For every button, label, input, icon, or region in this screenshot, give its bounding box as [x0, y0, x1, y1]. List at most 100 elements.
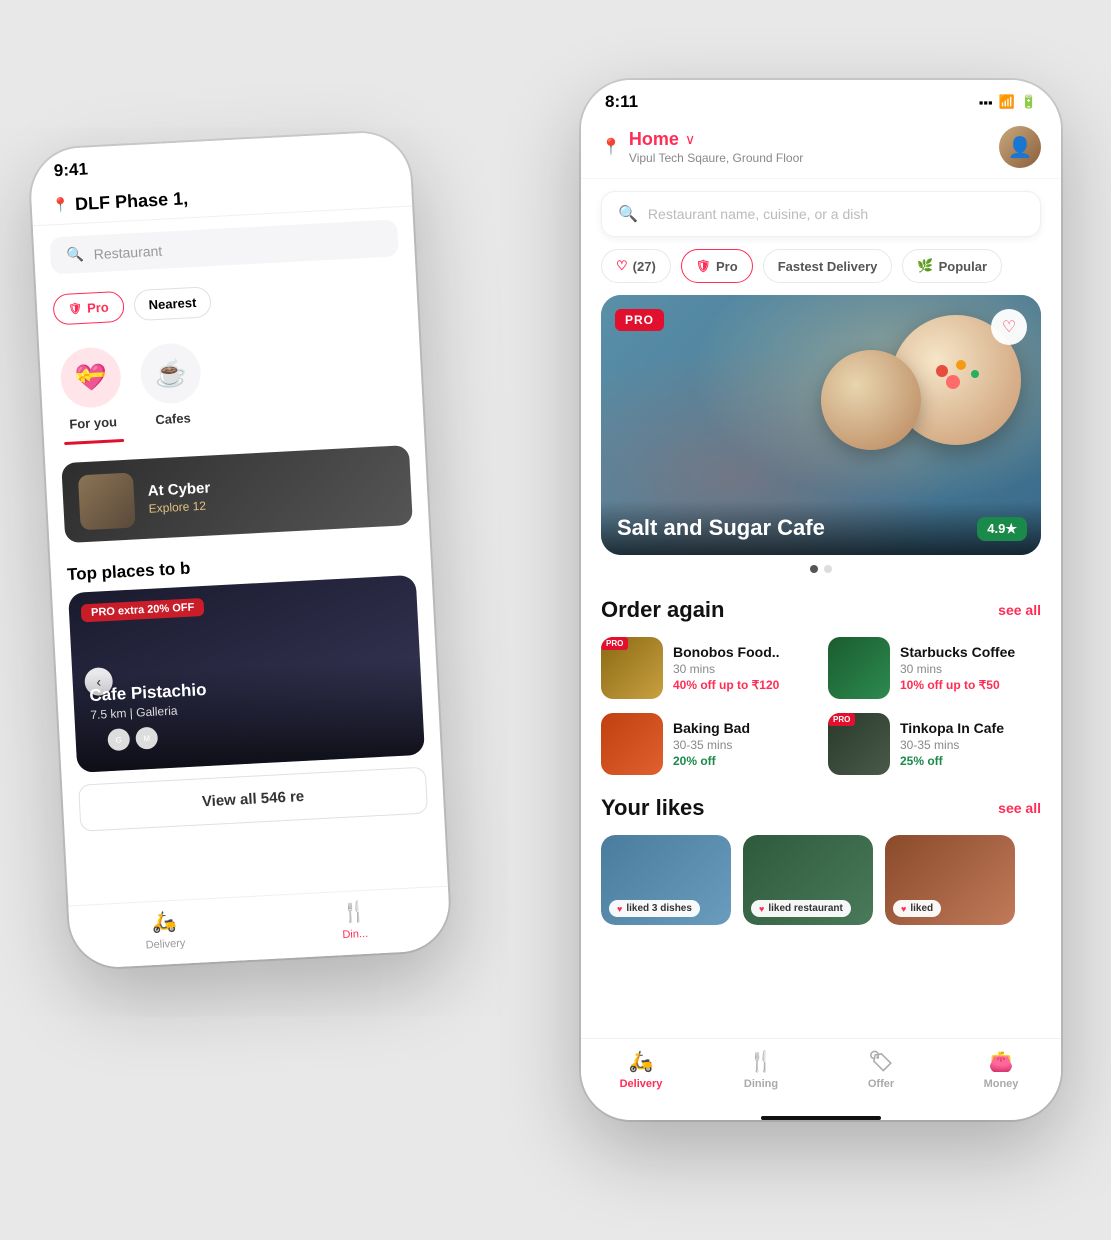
order-again-grid: PRO Bonobos Food.. 30 mins 40% off up to…: [601, 637, 1041, 775]
front-dining-icon: 🍴: [749, 1049, 774, 1074]
dot-2: [824, 565, 832, 573]
back-location-text: DLF Phase 1,: [75, 188, 189, 215]
front-bottom-nav: 🛵 Delivery 🍴 Dining 🏷 Offer 👛 Money: [581, 1038, 1061, 1110]
bonobos-time: 30 mins: [673, 662, 814, 676]
front-nav-delivery[interactable]: 🛵 Delivery: [581, 1049, 701, 1090]
like-label-3: ♥ liked: [893, 900, 941, 917]
starbucks-img: [828, 637, 890, 699]
filter-fastest-delivery[interactable]: Fastest Delivery: [763, 249, 893, 283]
order-again-see-all[interactable]: see all: [998, 602, 1041, 618]
hero-title: Salt and Sugar Cafe: [617, 515, 1025, 541]
tinkopa-pro-badge: PRO: [828, 713, 855, 726]
hero-card[interactable]: PRO ♡ Salt and Sugar Cafe 4.9★: [601, 295, 1041, 555]
like-card-1[interactable]: ♥ liked 3 dishes: [601, 835, 731, 925]
cafes-label: Cafes: [155, 410, 191, 427]
signal-icon: ▪▪▪: [979, 95, 993, 110]
front-pro-shield-icon: 🛡: [696, 259, 711, 273]
back-nav-dining[interactable]: 🍴 Din...: [259, 895, 451, 946]
order-again-header: Order again see all: [601, 597, 1041, 623]
front-money-icon: 👛: [989, 1049, 1014, 1074]
food-dot-pink: [946, 375, 960, 389]
your-likes-section: Your likes see all ♥ liked 3 dishes: [581, 787, 1061, 941]
your-likes-see-all[interactable]: see all: [998, 800, 1041, 816]
starbucks-info: Starbucks Coffee 30 mins 10% off up to ₹…: [900, 644, 1041, 692]
front-location-pin-icon: 📍: [601, 137, 621, 157]
scene: 9:41 📍 DLF Phase 1, 🔍 Restaurant 🛡 Pro N…: [0, 0, 1111, 1240]
filter-popular-label: Popular: [939, 259, 987, 274]
foryou-underline: [64, 439, 124, 445]
back-nav-delivery[interactable]: 🛵 Delivery: [69, 905, 261, 956]
back-time: 9:41: [53, 159, 88, 181]
bonobos-name: Bonobos Food..: [673, 644, 814, 660]
back-category-cafes[interactable]: ☕ Cafes: [139, 342, 204, 441]
front-nav-money[interactable]: 👛 Money: [941, 1049, 1061, 1090]
order-card-tinkopa[interactable]: PRO Tinkopa In Cafe 30-35 mins 25% off: [828, 713, 1041, 775]
like-label-1: ♥ liked 3 dishes: [609, 900, 700, 917]
back-search-bar[interactable]: 🔍 Restaurant: [49, 219, 398, 274]
logo-2: M: [135, 727, 158, 750]
cafes-icon-circle: ☕: [139, 342, 202, 405]
starbucks-name: Starbucks Coffee: [900, 644, 1041, 660]
back-search-placeholder: Restaurant: [93, 242, 162, 262]
back-filter-nearest[interactable]: Nearest: [133, 286, 212, 321]
like-card-2[interactable]: ♥ liked restaurant: [743, 835, 873, 925]
off-badge: PRO extra 20% OFF: [81, 598, 205, 622]
back-top-place-card[interactable]: PRO extra 20% OFF ‹ Cafe Pistachio 7.5 k…: [68, 575, 425, 773]
order-again-section: Order again see all PRO Bonobos Food.. 3…: [581, 589, 1061, 787]
location-row[interactable]: 📍 Home ∨ Vipul Tech Sqaure, Ground Floor: [601, 129, 803, 165]
hero-heart-button[interactable]: ♡: [991, 309, 1027, 345]
front-search-bar[interactable]: 🔍 Restaurant name, cuisine, or a dish: [601, 191, 1041, 237]
baking-discount: 20% off: [673, 754, 814, 768]
likes-row: ♥ liked 3 dishes ♥ liked restaurant: [601, 835, 1041, 929]
baking-time: 30-35 mins: [673, 738, 814, 752]
filter-popular[interactable]: 🌿 Popular: [902, 249, 1002, 283]
order-card-starbucks[interactable]: Starbucks Coffee 30 mins 10% off up to ₹…: [828, 637, 1041, 699]
front-search-icon: 🔍: [618, 204, 638, 224]
view-all-button[interactable]: View all 546 re: [78, 767, 428, 832]
tinkopa-time: 30-35 mins: [900, 738, 1041, 752]
bonobos-pro-badge: PRO: [601, 637, 628, 650]
like-heart-1: ♥: [617, 904, 622, 914]
front-nav-dining[interactable]: 🍴 Dining: [701, 1049, 821, 1090]
like-card-3[interactable]: ♥ liked: [885, 835, 1015, 925]
filter-pro[interactable]: 🛡 Pro: [681, 249, 753, 283]
battery-icon: 🔋: [1021, 94, 1037, 110]
order-again-title: Order again: [601, 597, 724, 623]
back-categories: 💝 For you ☕ Cafes: [38, 314, 424, 454]
top-place-overlay: Cafe Pistachio 7.5 km | Galleria G M: [72, 657, 425, 773]
bonobos-discount: 40% off up to ₹120: [673, 678, 814, 692]
like-label-2: ♥ liked restaurant: [751, 900, 851, 917]
home-indicator: [761, 1116, 881, 1120]
food-dot-red: [936, 365, 948, 377]
bonobos-info: Bonobos Food.. 30 mins 40% off up to ₹12…: [673, 644, 814, 692]
front-nav-offer[interactable]: 🏷 Offer: [821, 1049, 941, 1090]
baking-name: Baking Bad: [673, 720, 814, 736]
food-dot-green: [971, 370, 979, 378]
front-scroll-area[interactable]: PRO ♡ Salt and Sugar Cafe 4.9★ Order aga…: [581, 295, 1061, 1038]
location-pin-icon: 📍: [51, 196, 69, 214]
back-filter-pro[interactable]: 🛡 Pro: [52, 291, 124, 326]
order-card-bonobos[interactable]: PRO Bonobos Food.. 30 mins 40% off up to…: [601, 637, 814, 699]
tinkopa-img: PRO: [828, 713, 890, 775]
hero-rating: 4.9★: [977, 517, 1027, 541]
dining-icon: 🍴: [341, 899, 367, 925]
foryou-label: For you: [69, 414, 117, 431]
front-time: 8:11: [605, 92, 638, 112]
avatar[interactable]: 👤: [999, 126, 1041, 168]
back-category-foryou[interactable]: 💝 For you: [59, 346, 124, 445]
back-promo-card[interactable]: At Cyber Explore 12: [61, 445, 413, 543]
back-filter-pro-label: Pro: [87, 300, 109, 316]
filter-pro-label: Pro: [716, 259, 738, 274]
starbucks-discount: 10% off up to ₹50: [900, 678, 1041, 692]
promo-name: At Cyber: [147, 479, 210, 499]
filter-fastest-label: Fastest Delivery: [778, 259, 878, 274]
order-card-baking[interactable]: Baking Bad 30-35 mins 20% off: [601, 713, 814, 775]
front-delivery-icon: 🛵: [629, 1049, 654, 1074]
promo-sub: Explore 12: [148, 498, 211, 515]
bonobos-img: PRO: [601, 637, 663, 699]
front-nav-delivery-label: Delivery: [620, 1078, 663, 1090]
front-nav-money-label: Money: [984, 1078, 1019, 1090]
logo-1: G: [107, 728, 130, 751]
filter-likes[interactable]: ♡ (27): [601, 249, 671, 283]
front-status-bar: 8:11 ▪▪▪ 📶 🔋: [581, 80, 1061, 118]
